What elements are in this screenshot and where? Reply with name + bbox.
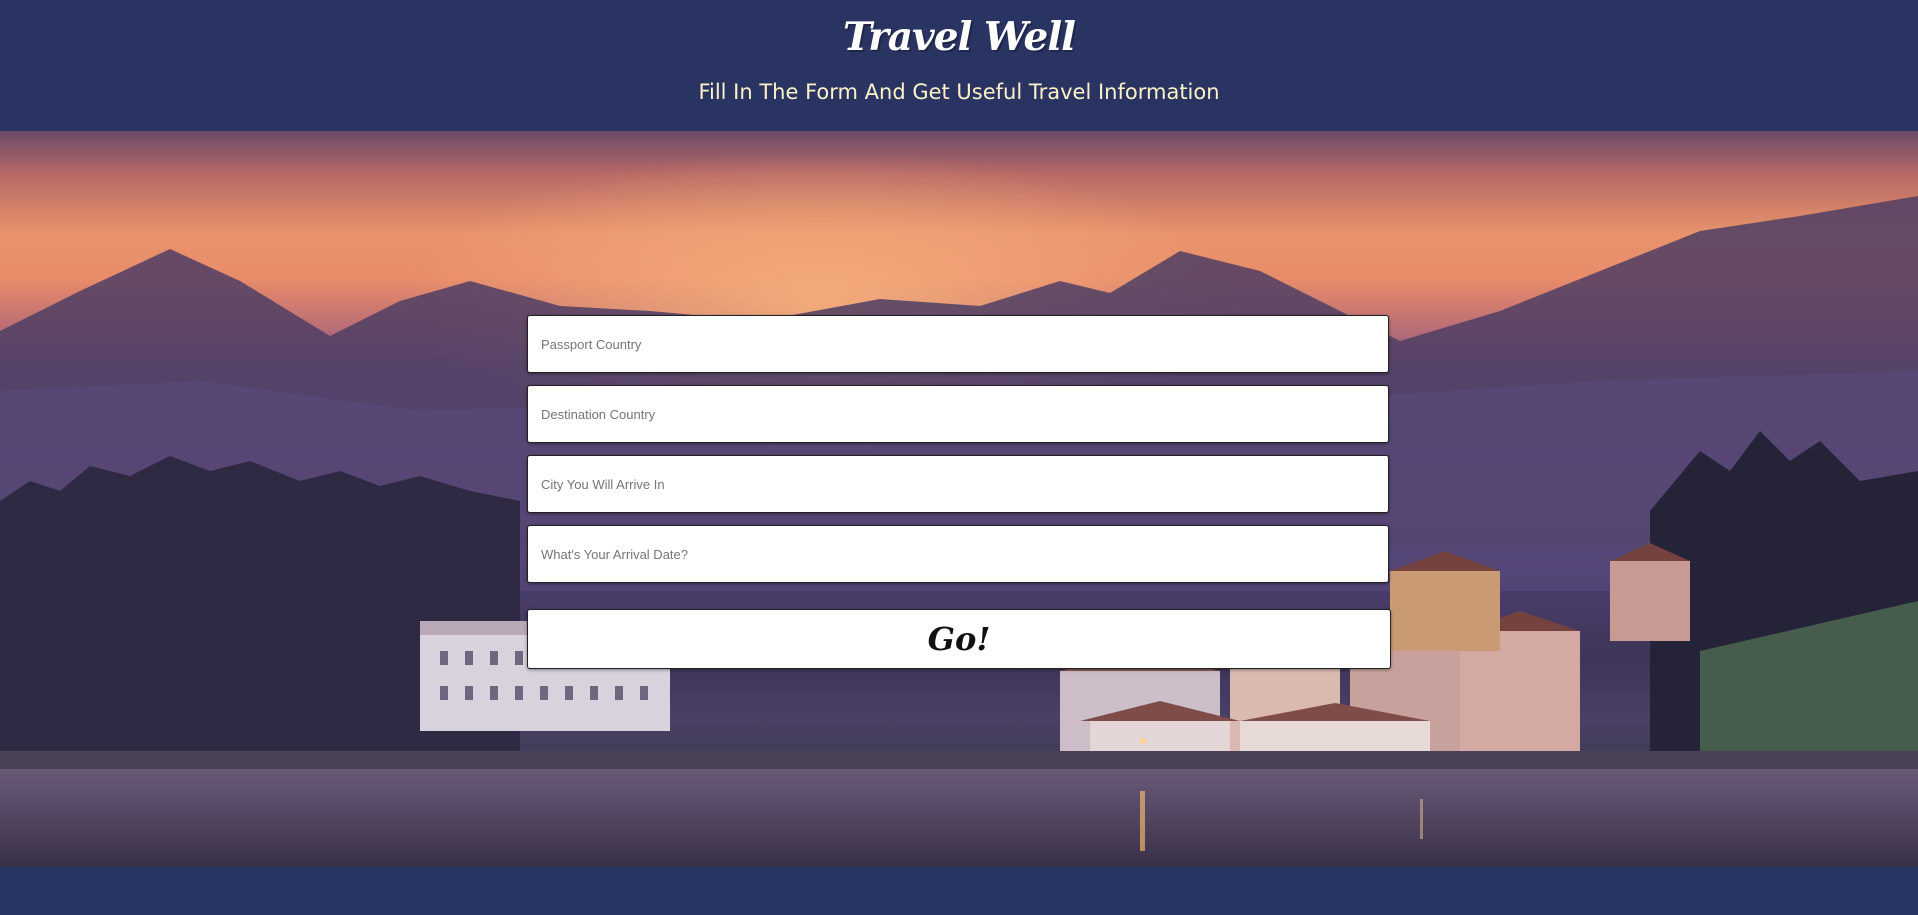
site-header: Travel Well Fill In The Form And Get Use… bbox=[0, 0, 1918, 131]
site-logo: Travel Well bbox=[843, 14, 1076, 60]
page-tagline: Fill In The Form And Get Useful Travel I… bbox=[698, 80, 1220, 104]
submit-button[interactable]: Go! bbox=[527, 609, 1391, 669]
passport-country-input[interactable] bbox=[527, 315, 1389, 373]
destination-country-input[interactable] bbox=[527, 385, 1389, 443]
arrival-date-input[interactable] bbox=[527, 525, 1389, 583]
page-footer bbox=[0, 867, 1918, 915]
arrival-city-input[interactable] bbox=[527, 455, 1389, 513]
